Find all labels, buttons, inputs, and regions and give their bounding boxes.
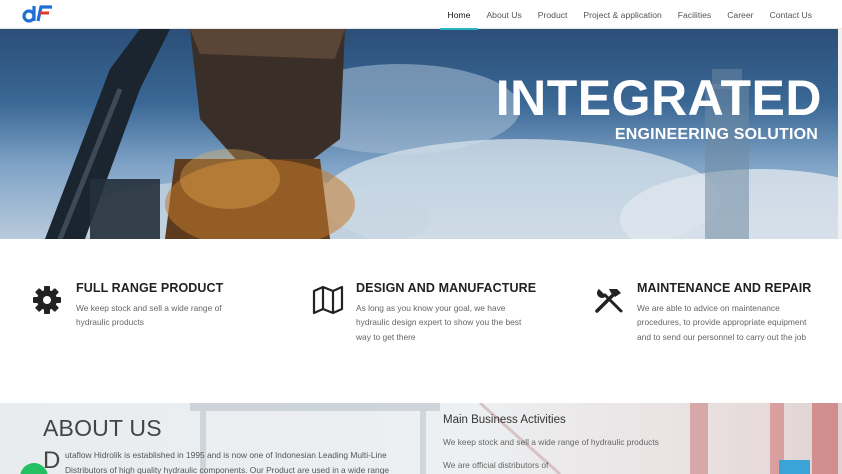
feature-text: As long as you know your goal, we have h…: [356, 303, 522, 342]
nav-item-home[interactable]: Home: [439, 0, 479, 30]
about-section: ABOUT US D utaflow Hidrolik is establish…: [0, 403, 842, 474]
hero-title: INTEGRATED: [495, 70, 822, 126]
nav-item-about-us[interactable]: About Us: [478, 0, 529, 29]
nav-item-contact-us[interactable]: Contact Us: [761, 0, 820, 29]
main-nav: Home About Us Product Project & applicat…: [439, 0, 821, 30]
hero-subtitle: ENGINEERING SOLUTION: [614, 126, 818, 143]
nav-item-project-application[interactable]: Project & application: [575, 0, 669, 29]
business-item: We keep stock and sell a wide range of h…: [443, 437, 659, 447]
about-text: utaflow Hidrolik is established in 1995 …: [65, 450, 390, 474]
back-to-top-button[interactable]: [779, 460, 810, 474]
business-title: Main Business Activities: [443, 414, 566, 426]
navbar: Home About Us Product Project & applicat…: [0, 0, 842, 30]
nav-item-product[interactable]: Product: [530, 0, 576, 29]
map-icon: [312, 285, 344, 317]
feature-text: We keep stock and sell a wide range of h…: [76, 303, 222, 328]
feature-title: FULL RANGE PRODUCT: [76, 281, 224, 295]
feature-title: MAINTENANCE AND REPAIR: [637, 281, 812, 295]
tools-icon: [593, 285, 625, 317]
feature-title: DESIGN AND MANUFACTURE: [356, 281, 537, 295]
business-item: We are official distributors of: [443, 460, 549, 470]
page-edge: [838, 29, 842, 239]
gear-icon: [32, 285, 64, 317]
about-title: ABOUT US: [43, 415, 162, 441]
logo[interactable]: [22, 4, 54, 24]
features-section: FULL RANGE PRODUCT We keep stock and sel…: [0, 239, 842, 403]
hero-banner: INTEGRATED ENGINEERING SOLUTION: [0, 29, 838, 239]
nav-item-career[interactable]: Career: [719, 0, 761, 29]
nav-item-facilities[interactable]: Facilities: [670, 0, 719, 29]
feature-text: We are able to advice on maintenance pro…: [637, 303, 807, 342]
